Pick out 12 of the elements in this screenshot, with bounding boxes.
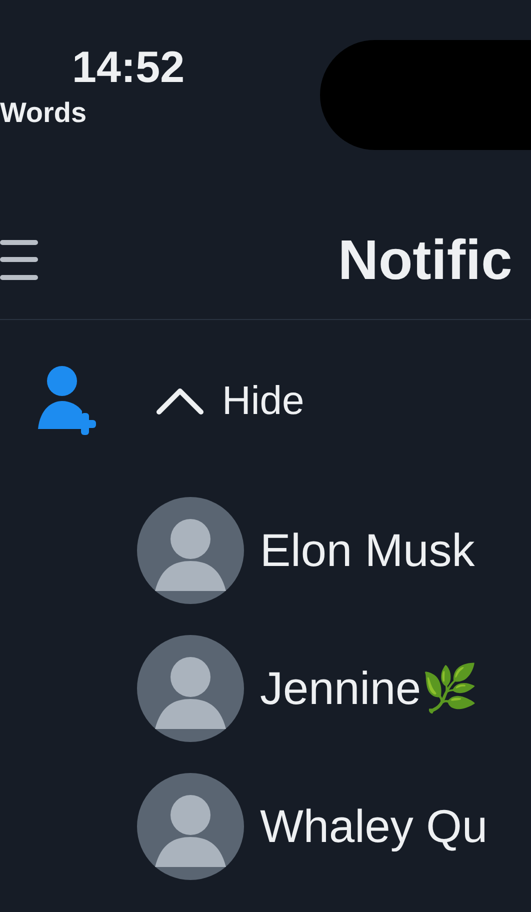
user-name[interactable]: Elon Musk: [260, 516, 475, 584]
hide-toggle[interactable]: Hide: [156, 371, 304, 431]
user-name[interactable]: Jennine🌿: [260, 654, 478, 722]
avatar[interactable]: [137, 772, 244, 880]
carrier-label: Words: [0, 96, 87, 130]
avatar[interactable]: [137, 634, 244, 742]
page-title: Notific: [338, 226, 512, 292]
chevron-up-icon: [156, 387, 204, 415]
avatar[interactable]: [137, 496, 244, 604]
user-name[interactable]: Whaley Qu: [260, 792, 488, 860]
menu-icon[interactable]: [0, 238, 40, 282]
status-time: 14:52: [72, 42, 185, 94]
